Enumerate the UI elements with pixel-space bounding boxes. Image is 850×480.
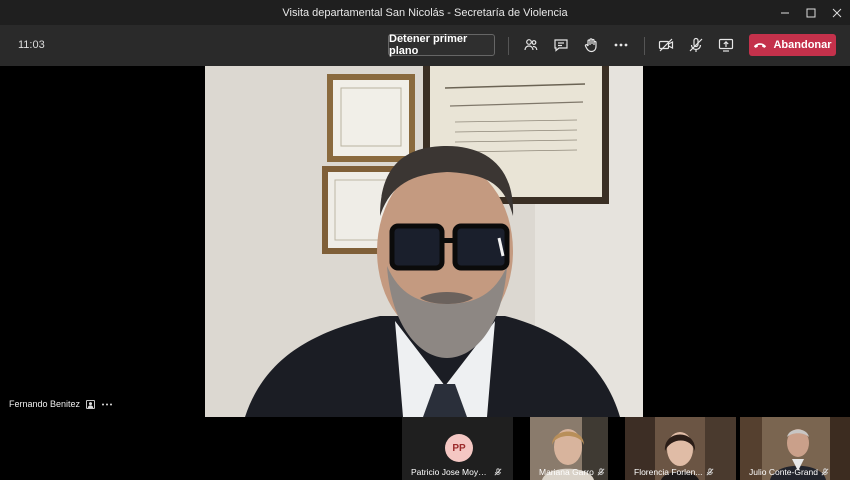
- spotlight-icon: [86, 399, 96, 409]
- share-screen-icon: [718, 38, 734, 52]
- participant-gallery: PP Patricio Jose Moyano ... Mariana Garr…: [0, 417, 850, 480]
- participant-tile[interactable]: PP Patricio Jose Moyano ...: [402, 417, 513, 480]
- presenter-video-frame: [205, 66, 643, 417]
- participants-button[interactable]: [521, 35, 541, 55]
- mic-off-icon: [494, 468, 502, 476]
- maximize-button[interactable]: [798, 0, 824, 25]
- toolbar-divider: [508, 37, 509, 55]
- participants-icon: [524, 39, 538, 51]
- participant-label: Patricio Jose Moyano ...: [402, 467, 513, 477]
- phone-hangup-icon: [754, 43, 767, 48]
- minimize-icon: [781, 12, 789, 13]
- mic-off-icon: [706, 468, 713, 476]
- participant-tile[interactable]: Julio Conte-Grand: [740, 417, 850, 480]
- camera-off-icon: [658, 38, 674, 52]
- participant-name: Julio Conte-Grand: [749, 467, 818, 477]
- more-options-icon: [102, 403, 113, 405]
- chat-icon: [554, 39, 568, 52]
- stop-spotlight-button[interactable]: Detener primer plano: [388, 33, 495, 57]
- participant-name: Florencia Forlen...: [634, 467, 703, 477]
- participant-name: Patricio Jose Moyano ...: [411, 467, 491, 477]
- participant-name: Mariana Garro: [539, 467, 594, 477]
- minimize-button[interactable]: [772, 0, 798, 25]
- presenter-name-tag: Fernando Benitez: [9, 399, 113, 409]
- share-screen-button[interactable]: [716, 35, 736, 55]
- more-options-button[interactable]: [611, 35, 631, 55]
- meeting-toolbar: 11:03 Detener primer plano Abandonar: [0, 25, 850, 66]
- participant-label: Julio Conte-Grand: [740, 467, 850, 477]
- participant-tile[interactable]: Florencia Forlen...: [625, 417, 736, 480]
- mic-off-icon: [821, 468, 829, 476]
- mic-toggle-button[interactable]: [686, 35, 706, 55]
- mic-off-icon: [597, 468, 605, 476]
- presenter-name: Fernando Benitez: [9, 399, 81, 409]
- close-button[interactable]: [824, 0, 850, 25]
- maximize-icon: [806, 8, 816, 17]
- leave-label: Abandonar: [773, 39, 832, 51]
- close-icon: [832, 8, 842, 17]
- raise-hand-button[interactable]: [581, 35, 601, 55]
- window-controls: [772, 0, 850, 25]
- toolbar-divider: [644, 37, 645, 55]
- avatar: PP: [445, 434, 473, 462]
- participant-tile[interactable]: Mariana Garro: [530, 417, 608, 480]
- chat-button[interactable]: [551, 35, 571, 55]
- leave-meeting-button[interactable]: Abandonar: [749, 34, 836, 56]
- window-title: Visita departamental San Nicolás - Secre…: [282, 6, 568, 19]
- participant-label: Mariana Garro: [530, 467, 608, 477]
- participant-label: Florencia Forlen...: [625, 467, 736, 477]
- more-options-icon: [614, 43, 628, 47]
- meeting-clock: 11:03: [18, 39, 45, 51]
- window-titlebar: Visita departamental San Nicolás - Secre…: [0, 0, 850, 25]
- raise-hand-icon: [584, 38, 597, 53]
- mic-off-icon: [689, 37, 703, 52]
- main-video-feed: [205, 66, 643, 417]
- camera-toggle-button[interactable]: [656, 35, 676, 55]
